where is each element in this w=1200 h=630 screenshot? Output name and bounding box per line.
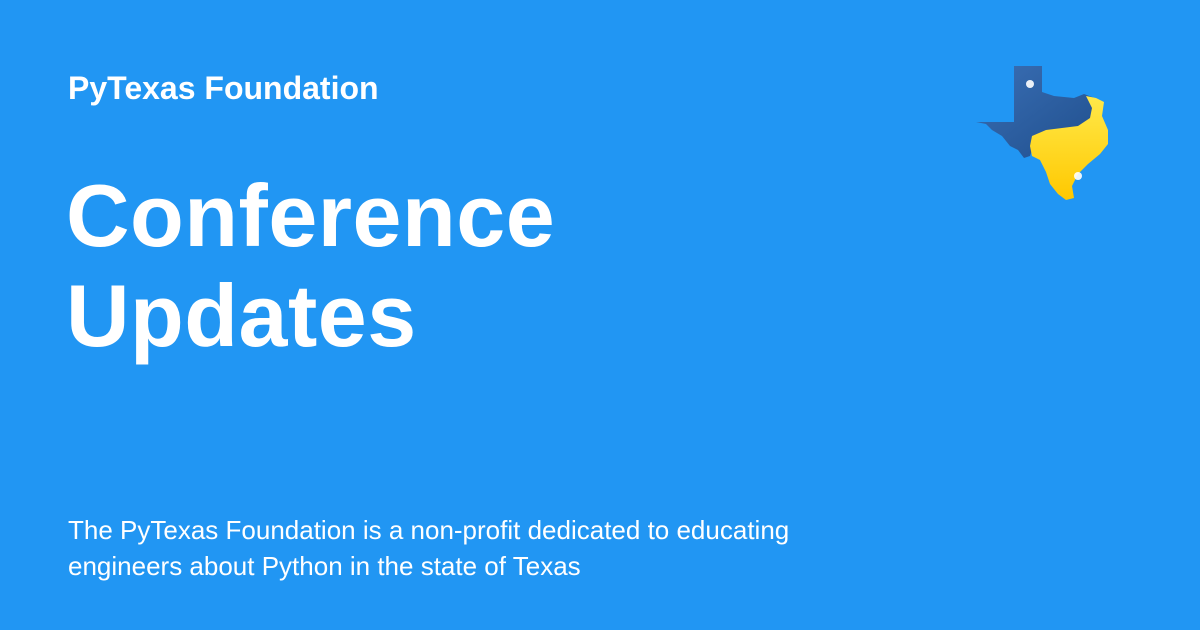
description-line-1: The PyTexas Foundation is a non-profit d… xyxy=(68,515,790,545)
description: The PyTexas Foundation is a non-profit d… xyxy=(68,512,888,584)
description-line-2: engineers about Python in the state of T… xyxy=(68,551,581,581)
logo-eye-yellow xyxy=(1074,172,1082,180)
texas-python-logo-icon xyxy=(976,66,1108,200)
social-card: PyTexas Foundation Conference Updates Th… xyxy=(0,0,1200,630)
page-title: Conference Updates xyxy=(66,166,766,366)
org-name: PyTexas Foundation xyxy=(68,70,379,106)
logo-eye-blue xyxy=(1026,80,1034,88)
page-title-line-2: Updates xyxy=(66,266,417,365)
page-title-line-1: Conference xyxy=(66,166,556,265)
